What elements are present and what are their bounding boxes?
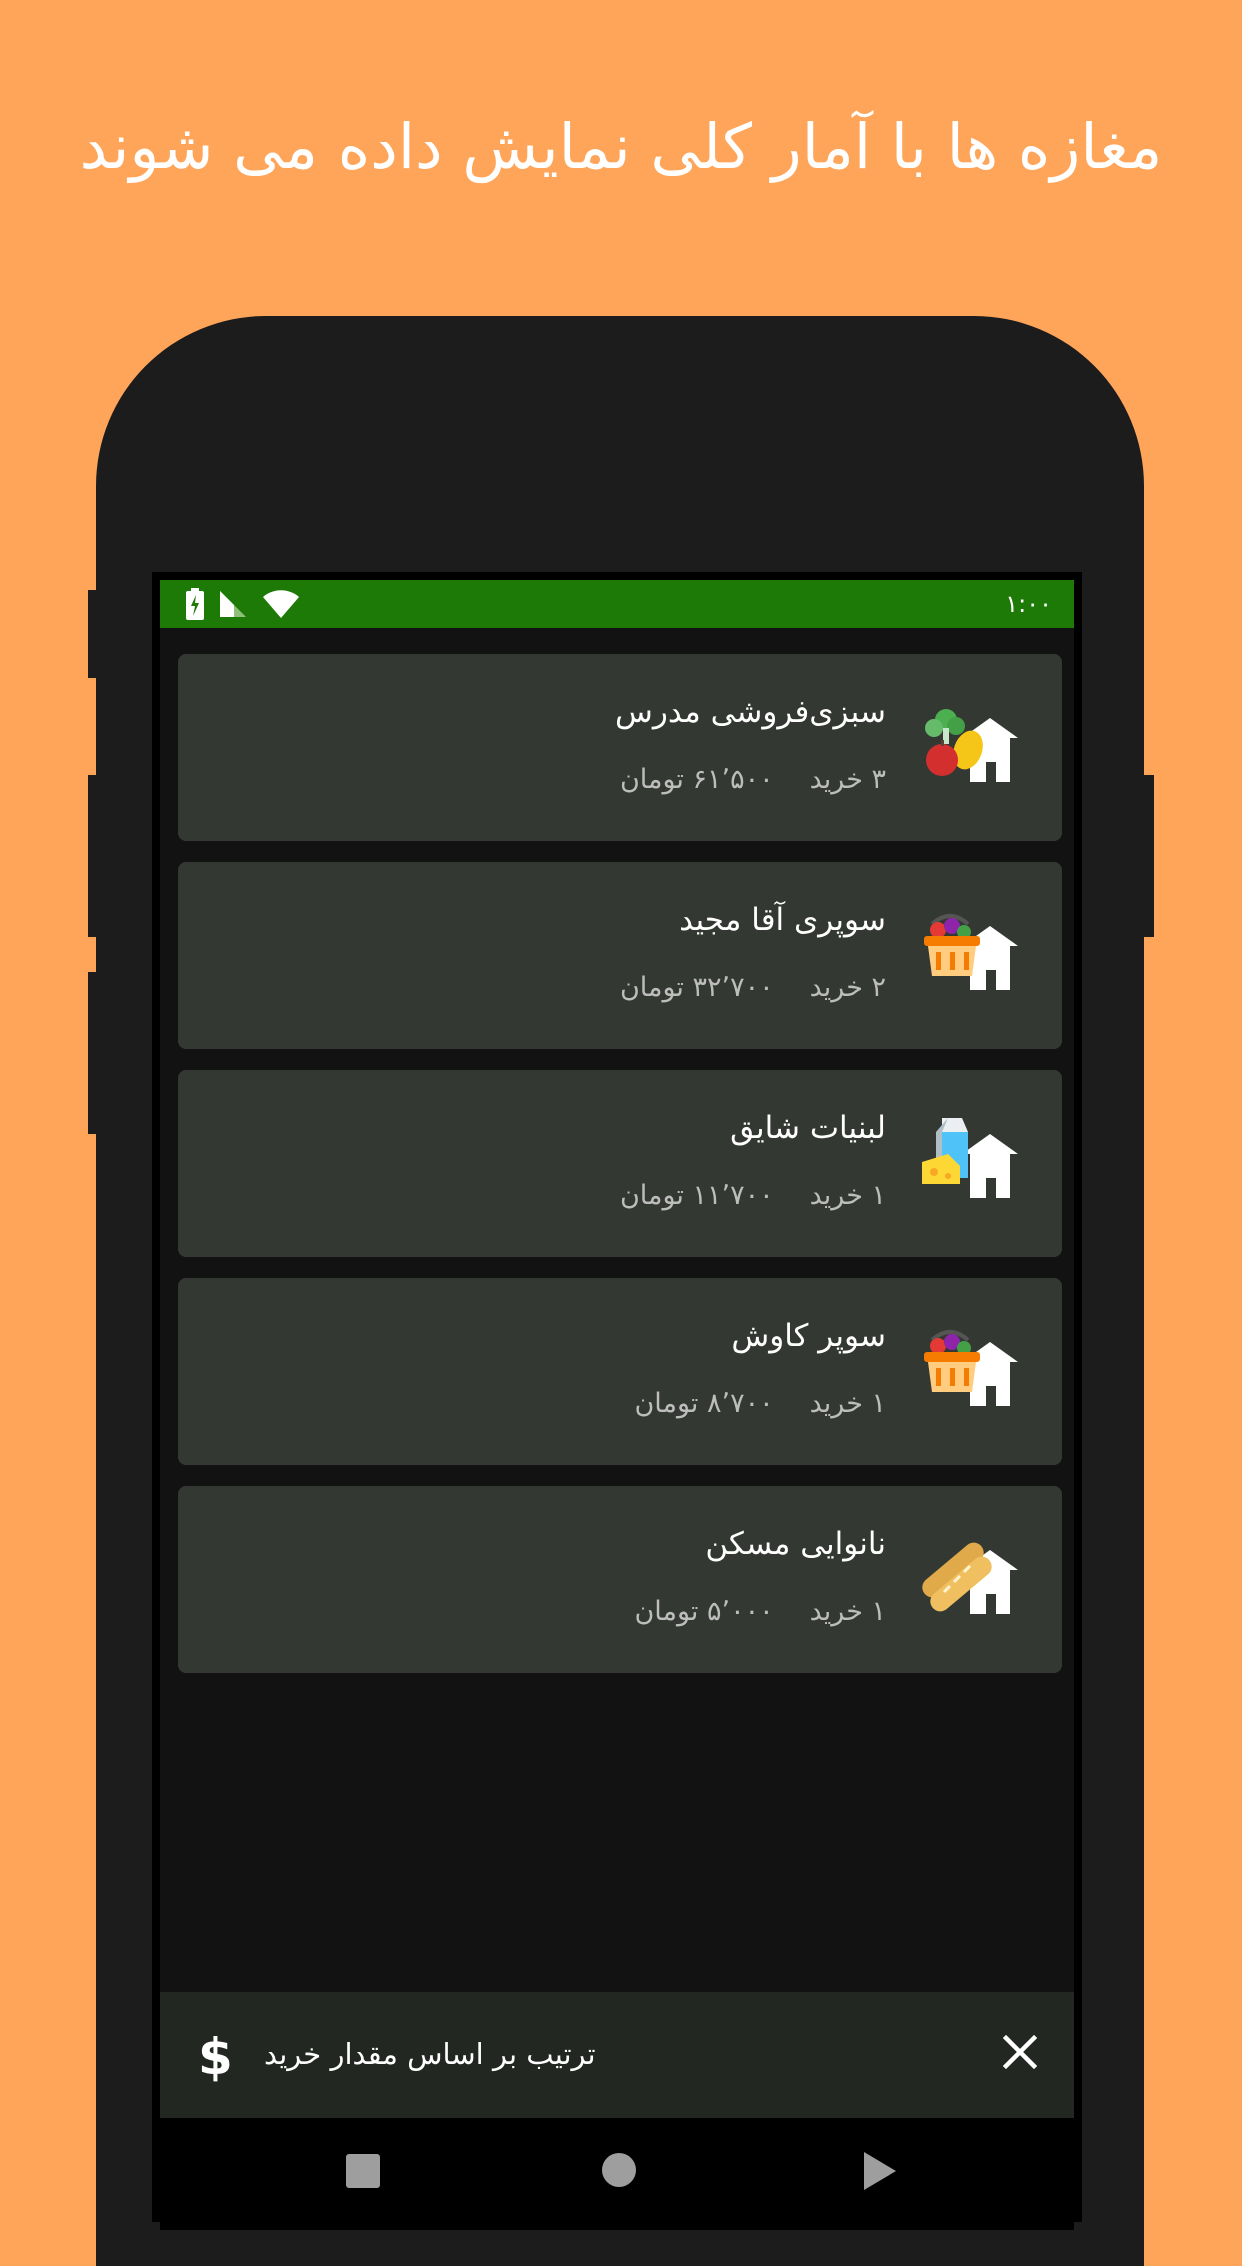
purchase-total: ۳۲٬۷۰۰ تومان	[619, 972, 774, 1003]
back-triangle-icon[interactable]	[864, 2152, 896, 2190]
app-screen: ۱:۰۰ سبزی‌فروشی مدرس ۳ خرید ۶۱٬۵۰۰ توم	[160, 580, 1074, 2230]
shop-card[interactable]: سوپری آقا مجید ۲ خرید ۳۲٬۷۰۰ تومان	[178, 862, 1062, 1049]
shop-stats: ۲ خرید ۳۲٬۷۰۰ تومان	[620, 972, 886, 1003]
shop-name: سبزی‌فروشی مدرس	[615, 694, 886, 730]
shop-name: سوپری آقا مجید	[679, 902, 886, 938]
promo-headline: مغازه ها با آمار کلی نمایش داده می شوند	[79, 110, 1163, 183]
grocery-basket-shop-icon	[924, 1330, 1018, 1406]
purchase-count: ۳ خرید	[809, 764, 886, 795]
close-icon[interactable]	[1000, 2032, 1040, 2072]
dollar-icon[interactable]: $	[198, 2028, 233, 2086]
shop-stats: ۱ خرید ۱۱٬۷۰۰ تومان	[620, 1180, 886, 1211]
purchase-total: ۶۱٬۵۰۰ تومان	[619, 764, 774, 795]
status-time: ۱:۰۰	[1005, 590, 1052, 618]
purchase-count: ۱ خرید	[809, 1180, 886, 1211]
wifi-icon	[263, 590, 299, 618]
shop-card[interactable]: سوپر کاوش ۱ خرید ۸٬۷۰۰ تومان	[178, 1278, 1062, 1465]
home-circle-icon[interactable]	[602, 2153, 636, 2187]
bakery-shop-icon	[922, 1542, 1018, 1614]
cell-signal-icon	[220, 591, 246, 617]
shop-name: نانوایی مسکن	[705, 1526, 886, 1562]
shop-stats: ۱ خرید ۵٬۰۰۰ تومان	[634, 1596, 886, 1627]
sort-bar: $ ترتیب بر اساس مقدار خرید	[160, 1992, 1074, 2118]
shop-card[interactable]: نانوایی مسکن ۱ خرید ۵٬۰۰۰ تومان	[178, 1486, 1062, 1673]
vegetables-shop-icon	[925, 709, 1018, 782]
sort-label[interactable]: ترتیب بر اساس مقدار خرید	[264, 2037, 596, 2071]
shop-name: لبنیات شایق	[730, 1110, 886, 1146]
grocery-basket-shop-icon	[924, 914, 1018, 990]
phone-screen: ۱:۰۰ سبزی‌فروشی مدرس ۳ خرید ۶۱٬۵۰۰ توم	[152, 572, 1082, 2230]
battery-charging-icon	[186, 588, 204, 620]
shop-stats: ۳ خرید ۶۱٬۵۰۰ تومان	[620, 764, 886, 795]
shop-name: سوپر کاوش	[731, 1318, 886, 1354]
purchase-count: ۱ خرید	[809, 1388, 886, 1419]
shop-card[interactable]: سبزی‌فروشی مدرس ۳ خرید ۶۱٬۵۰۰ تومان	[178, 654, 1062, 841]
purchase-count: ۲ خرید	[809, 972, 886, 1003]
dairy-shop-icon	[922, 1118, 1018, 1198]
system-nav-bar	[160, 2118, 1074, 2230]
shop-stats: ۱ خرید ۸٬۷۰۰ تومان	[634, 1388, 886, 1419]
purchase-total: ۱۱٬۷۰۰ تومان	[619, 1180, 774, 1211]
status-icons	[186, 588, 300, 620]
purchase-total: ۸٬۷۰۰ تومان	[634, 1388, 774, 1419]
purchase-count: ۱ خرید	[809, 1596, 886, 1627]
purchase-total: ۵٬۰۰۰ تومان	[634, 1596, 774, 1627]
shop-list: سبزی‌فروشی مدرس ۳ خرید ۶۱٬۵۰۰ تومان	[178, 654, 1062, 1694]
status-bar: ۱:۰۰	[160, 580, 1074, 628]
recents-square-icon[interactable]	[346, 2154, 380, 2188]
shop-card[interactable]: لبنیات شایق ۱ خرید ۱۱٬۷۰۰ تومان	[178, 1070, 1062, 1257]
